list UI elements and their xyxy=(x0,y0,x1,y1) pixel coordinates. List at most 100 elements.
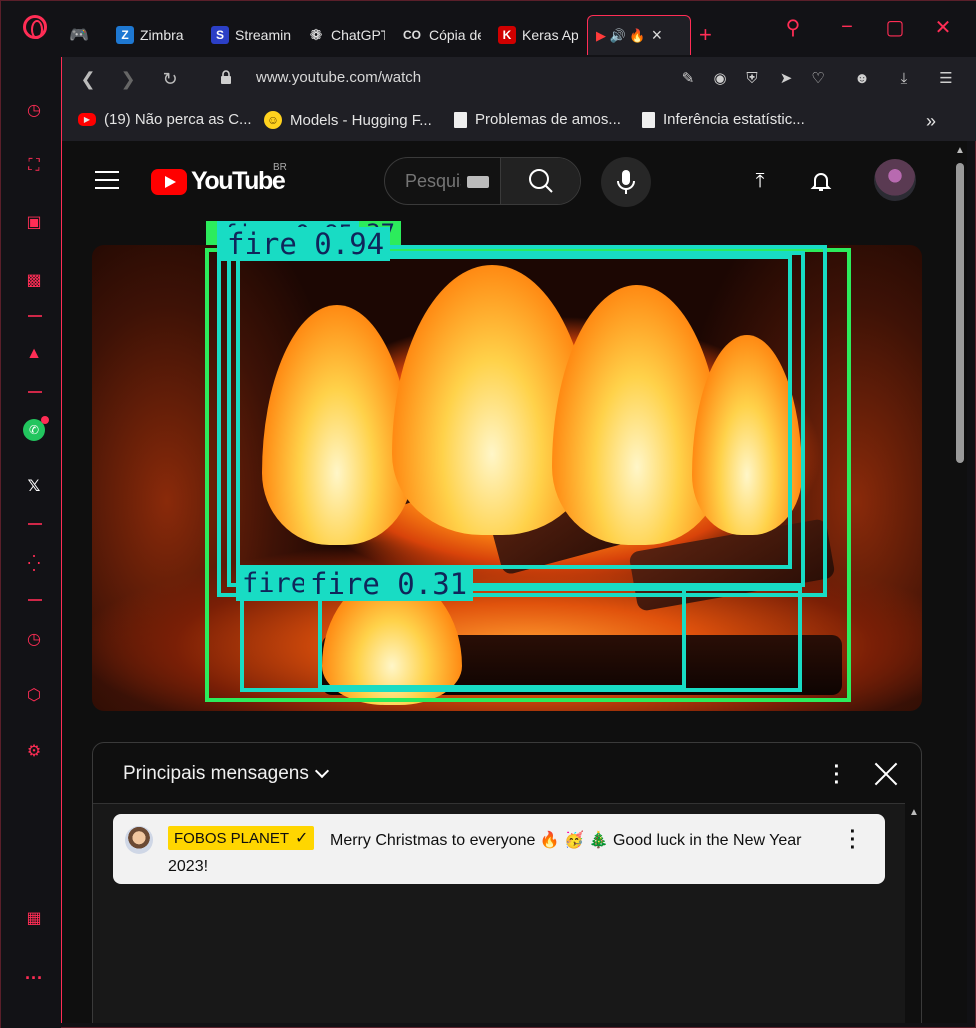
youtube-wordmark: YouTube xyxy=(191,167,286,195)
chat-more-options-icon[interactable]: · · · xyxy=(829,757,845,793)
back-icon[interactable]: ❮ xyxy=(76,67,100,91)
history-icon[interactable]: ◷ xyxy=(23,628,45,650)
send-icon[interactable]: ➤ xyxy=(776,68,796,88)
live-chat-panel: Principais mensagens · · · Merry Christmas… xyxy=(92,742,922,1023)
bookmark-label: Inferência estatístic... xyxy=(663,111,805,128)
flame xyxy=(692,335,802,535)
page-scrollbar[interactable]: ▲ xyxy=(953,141,967,1023)
tab-colab[interactable]: CO Cópia de xyxy=(401,15,481,55)
verified-check-icon: ✓ xyxy=(295,830,309,847)
camera-snapshot-icon[interactable]: ◉ xyxy=(710,68,730,88)
opera-sidebar: ◷ ⛶ ▣ ▩ ▲ ✆ 𝕏 ⁛ ◷ ⬡ ⚙ ▦ ··· xyxy=(1,1,61,1028)
new-tab-button[interactable]: + xyxy=(699,15,723,55)
tab-bar: 🎮 Z Zimbra S Streamin ❁ ChatGPT CO Cópia… xyxy=(61,1,976,57)
author-badge[interactable]: FOBOS PLANET ✓ xyxy=(168,826,315,850)
tab-keras[interactable]: K Keras Ap xyxy=(498,15,578,55)
adblock-shield-icon[interactable]: ⛨ xyxy=(742,68,762,88)
voice-search-button[interactable] xyxy=(601,157,651,207)
menu-hamburger-icon[interactable] xyxy=(95,171,119,189)
tab-label: Cópia de xyxy=(429,27,481,43)
chevron-down-icon xyxy=(314,763,329,779)
search-icon xyxy=(529,169,553,193)
youtube-header: YouTube BR ⤒ xyxy=(62,141,954,221)
chat-messages-area: Merry Christmas to everyone 🔥 🥳 🎄 Good l… xyxy=(93,803,921,1023)
search-input[interactable] xyxy=(405,171,461,192)
reload-icon[interactable]: ↻ xyxy=(158,67,182,91)
region-code: BR xyxy=(273,162,287,173)
aria-icon[interactable]: ▲ xyxy=(23,343,45,365)
tab-label: Keras Ap xyxy=(522,27,578,43)
opera-logo-icon[interactable] xyxy=(23,15,47,39)
maximize-icon[interactable]: ▢ xyxy=(883,15,907,39)
bookmark-label: Models - Hugging F... xyxy=(290,111,432,129)
chat-scrollbar[interactable]: ▲ xyxy=(905,803,921,1023)
document-icon xyxy=(454,111,467,128)
bookmark-youtube[interactable]: ▶ (19) Não perca as C... xyxy=(78,111,252,128)
search-tabs-icon[interactable]: ⚲ xyxy=(781,15,805,39)
shopping-icon[interactable]: ⛶ xyxy=(23,155,45,177)
bookmark-hugging-face[interactable]: ☺ Models - Hugging F... xyxy=(264,111,432,129)
easy-setup-icon[interactable]: ☰ xyxy=(936,68,956,88)
notifications-bell-icon[interactable] xyxy=(809,169,833,193)
extensions-cube-icon[interactable]: ⬡ xyxy=(23,684,45,706)
x-twitter-icon[interactable]: 𝕏 xyxy=(23,475,45,497)
account-avatar[interactable] xyxy=(874,159,916,201)
bookmark-inferencia[interactable]: Inferência estatístic... xyxy=(642,111,805,128)
url-field[interactable]: www.youtube.com/watch xyxy=(256,69,421,86)
upload-icon[interactable]: ⤒ xyxy=(748,169,772,193)
chip-icon[interactable]: ▩ xyxy=(23,269,45,291)
author-name: FOBOS PLANET xyxy=(174,829,290,847)
bookmark-label: Problemas de amos... xyxy=(475,111,621,128)
sidebar-divider xyxy=(28,523,42,525)
tab-label: Streamin xyxy=(235,27,291,43)
settings-gear-icon[interactable]: ⚙ xyxy=(23,740,45,762)
sidebar-divider xyxy=(28,391,42,393)
sidebar-divider xyxy=(28,315,42,317)
tab-zimbra[interactable]: Z Zimbra xyxy=(116,15,196,55)
close-chat-icon[interactable] xyxy=(873,761,899,787)
document-icon xyxy=(642,111,655,128)
browser-window: ◷ ⛶ ▣ ▩ ▲ ✆ 𝕏 ⁛ ◷ ⬡ ⚙ ▦ ··· 🎮 Z Zimbra S… xyxy=(0,0,976,1028)
tab-chatgpt[interactable]: ❁ ChatGPT xyxy=(307,15,385,55)
workspace-gamepad-icon[interactable]: 🎮 xyxy=(69,15,99,55)
tab-label: Zimbra xyxy=(140,27,184,43)
bookmark-problemas[interactable]: Problemas de amos... xyxy=(454,111,621,128)
edit-page-icon[interactable]: ✎ xyxy=(678,68,698,88)
chat-mode-dropdown[interactable]: Principais mensagens xyxy=(123,763,329,785)
tidal-icon[interactable]: ⁛ xyxy=(23,553,45,575)
pinned-message: Merry Christmas to everyone 🔥 🥳 🎄 Good l… xyxy=(113,814,885,884)
heart-icon[interactable]: ♡ xyxy=(808,68,828,88)
address-bar: ❮ ❯ ↻ www.youtube.com/watch ✎ ◉ ⛨ ➤ ♡ ☻ … xyxy=(61,57,976,101)
snapshot-gallery-icon[interactable]: ▦ xyxy=(23,907,45,929)
chatgpt-favicon-icon: ❁ xyxy=(309,27,323,44)
tab-youtube-active[interactable]: ▶ 🔊 🔥 × xyxy=(587,15,691,55)
hugging-face-icon: ☺ xyxy=(264,111,282,129)
forward-icon[interactable]: ❯ xyxy=(116,67,140,91)
profile-icon[interactable]: ☻ xyxy=(852,68,872,88)
keyboard-icon[interactable] xyxy=(467,176,489,188)
download-icon[interactable]: ⤓ xyxy=(894,68,914,88)
streamlit-favicon-icon: S xyxy=(211,26,229,44)
minimize-icon[interactable]: − xyxy=(835,15,859,39)
zimbra-favicon-icon: Z xyxy=(116,26,134,44)
notification-dot xyxy=(41,416,49,424)
page-scrollbar-thumb[interactable] xyxy=(956,163,964,463)
twitch-icon[interactable]: ▣ xyxy=(23,211,45,233)
tab-streaming[interactable]: S Streamin xyxy=(211,15,291,55)
speed-dial-icon[interactable]: ◷ xyxy=(23,99,45,121)
bookmarks-bar: ▶ (19) Não perca as C... ☺ Models - Hugg… xyxy=(61,101,976,141)
bookmarks-more-chevron-icon[interactable]: » xyxy=(926,111,936,132)
active-tab-icons: ▶ 🔊 🔥 xyxy=(596,27,646,43)
youtube-logo[interactable]: YouTube xyxy=(151,167,286,196)
video-player[interactable] xyxy=(92,245,922,711)
youtube-icon: ▶ xyxy=(78,113,96,126)
search-button[interactable] xyxy=(500,158,580,204)
close-tab-icon[interactable]: × xyxy=(652,25,663,46)
bookmark-label: (19) Não perca as C... xyxy=(104,111,252,128)
keras-favicon-icon: K xyxy=(498,26,516,44)
colab-favicon-icon: CO xyxy=(403,28,421,42)
flame xyxy=(322,575,462,705)
close-window-icon[interactable]: ✕ xyxy=(931,15,955,39)
message-options-icon[interactable]: · · · xyxy=(847,822,859,858)
more-options-icon[interactable]: ··· xyxy=(23,967,45,989)
